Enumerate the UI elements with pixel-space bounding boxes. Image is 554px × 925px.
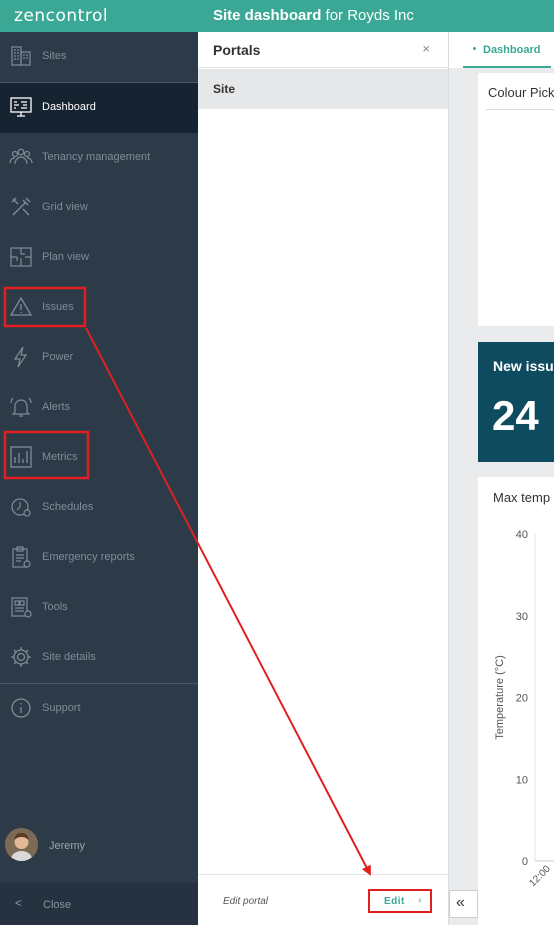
sidebar-item-label: Metrics	[42, 451, 78, 463]
sidebar-item-label: Power	[42, 351, 74, 363]
avatar-image	[5, 828, 38, 861]
page-title-bold: Site dashboard	[213, 7, 322, 24]
bar-chart-icon	[10, 446, 32, 468]
close-label: Close	[43, 899, 72, 911]
app-logo[interactable]: zencontrol	[14, 6, 108, 26]
user-name: Jeremy	[49, 840, 86, 852]
clipboard-icon	[12, 546, 31, 568]
sidebar-item-label: Tenancy management	[42, 151, 151, 163]
close-icon[interactable]: ×	[422, 41, 430, 56]
edit-button-label: Edit	[384, 896, 405, 907]
portals-header: Portals ×	[198, 32, 448, 68]
clock-icon	[11, 498, 31, 517]
sidebar-item-emergency-reports[interactable]: Emergency reports	[0, 533, 198, 583]
sidebar-item-label: Emergency reports	[42, 551, 135, 563]
tab-dot	[473, 47, 476, 50]
sidebar-item-sites[interactable]: Sites	[0, 32, 198, 82]
y-axis-label: Temperature (°C)	[494, 655, 506, 739]
issues-count: 24	[492, 392, 539, 439]
portals-footer: Edit portal Edit ›	[198, 874, 448, 925]
sidebar-item-support[interactable]: Support	[0, 684, 198, 734]
lightning-icon	[13, 346, 28, 368]
y-tick-label: 0	[522, 856, 528, 868]
sidebar-item-dashboard[interactable]: Dashboard	[0, 83, 198, 133]
info-icon	[11, 698, 31, 718]
people-icon	[9, 148, 33, 165]
page-title-site: for Royds Inc	[321, 7, 414, 24]
widget-title: Colour Pick	[488, 85, 554, 100]
sidebar-item-label: Alerts	[42, 401, 71, 413]
tab-dashboard[interactable]: Dashboard	[463, 32, 551, 68]
sidebar-item-grid-view[interactable]: Grid view	[0, 183, 198, 233]
sidebar-item-alerts[interactable]: Alerts	[0, 383, 198, 433]
chevron-right-icon: ›	[418, 895, 422, 906]
y-tick-label: 30	[516, 611, 528, 623]
sidebar-close-button[interactable]: < Close	[0, 883, 198, 925]
edit-portal-label: Edit portal	[223, 896, 269, 907]
sidebar-item-label: Support	[42, 702, 81, 714]
building-icon	[11, 46, 31, 66]
new-issues-widget[interactable]: New issu 24	[478, 342, 554, 462]
sidebar-item-tools[interactable]: Tools	[0, 583, 198, 633]
portals-title: Portals	[213, 42, 261, 58]
colour-picker-widget: Colour Pick	[478, 73, 554, 326]
sidebar: Sites Dashboard Tenancy management Grid …	[0, 32, 198, 925]
edit-portal-button[interactable]: Edit ›	[368, 889, 432, 913]
user-profile[interactable]: Jeremy	[0, 828, 198, 866]
y-tick-label: 20	[516, 693, 528, 705]
tab-bar: Dashboard	[449, 32, 554, 68]
page-title: Site dashboard for Royds Inc	[213, 7, 414, 24]
sidebar-item-label: Sites	[42, 50, 67, 62]
collapse-panel-button[interactable]: «	[449, 890, 478, 918]
tools-panel-icon	[11, 597, 32, 618]
portal-item-label: Site	[213, 82, 236, 96]
gear-icon	[11, 647, 31, 667]
sidebar-item-label: Grid view	[42, 201, 88, 213]
tools-icon	[11, 197, 31, 216]
top-bar: zencontrol Site dashboard for Royds Inc	[0, 0, 554, 32]
sidebar-item-label: Tools	[42, 601, 68, 613]
main-content: Dashboard Colour Pick New issu 24 Max te…	[449, 32, 554, 925]
sidebar-item-issues[interactable]: Issues	[0, 283, 198, 333]
dashboard-monitor-icon	[10, 97, 32, 117]
temperature-chart: 40 30 20 10 0 Temperature (°C) 12:00	[494, 529, 554, 889]
portals-panel: Portals × Site Edit portal Edit ›	[198, 32, 449, 925]
floor-plan-icon	[10, 247, 32, 267]
sidebar-item-site-details[interactable]: Site details	[0, 633, 198, 683]
y-tick-label: 10	[516, 774, 528, 786]
sidebar-item-power[interactable]: Power	[0, 333, 198, 383]
tab-label: Dashboard	[483, 44, 541, 56]
sidebar-item-metrics[interactable]: Metrics	[0, 433, 198, 483]
sidebar-item-label: Schedules	[42, 501, 94, 513]
warning-icon	[9, 296, 33, 316]
double-chevron-left-icon: «	[456, 894, 465, 911]
sidebar-item-label: Site details	[42, 651, 96, 663]
y-tick-label: 40	[516, 529, 528, 541]
sidebar-item-label: Dashboard	[42, 101, 96, 113]
sidebar-item-plan-view[interactable]: Plan view	[0, 233, 198, 283]
avatar	[5, 828, 38, 861]
widget-title: New issu	[493, 358, 554, 374]
sidebar-item-schedules[interactable]: Schedules	[0, 483, 198, 533]
sidebar-item-tenancy-management[interactable]: Tenancy management	[0, 133, 198, 183]
max-temp-chart-widget: Max temp 40 30 20 10 0 Temperature (°C) 12:00	[478, 477, 554, 925]
x-tick-label: 12:00	[527, 863, 553, 889]
sidebar-item-label: Plan view	[42, 251, 90, 263]
sidebar-item-label: Issues	[42, 301, 74, 313]
bell-icon	[10, 397, 32, 417]
portal-item-site[interactable]: Site	[198, 69, 448, 109]
chevron-left-icon: <	[15, 896, 23, 910]
widget-divider	[486, 109, 554, 110]
